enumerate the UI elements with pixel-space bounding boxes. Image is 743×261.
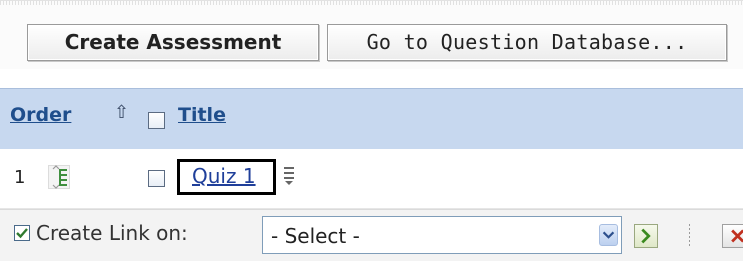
select-current-value: - Select - xyxy=(271,224,360,248)
table-row: 1 Quiz 1 xyxy=(0,149,743,209)
context-menu-icon[interactable] xyxy=(282,165,296,187)
title-column-header[interactable]: Title xyxy=(178,104,226,126)
go-arrow-icon xyxy=(641,228,651,244)
select-all-checkbox[interactable] xyxy=(148,112,165,129)
order-column-header[interactable]: Order xyxy=(10,104,71,126)
row-order-number: 1 xyxy=(14,167,26,188)
sort-ascending-icon: ⇧ xyxy=(114,102,130,123)
create-assessment-button[interactable]: Create Assessment xyxy=(27,24,319,61)
toolbar-texture xyxy=(0,1,743,5)
create-link-select[interactable]: - Select - xyxy=(262,216,622,254)
go-button[interactable] xyxy=(634,224,658,248)
delete-button[interactable] xyxy=(722,224,743,248)
quiz-title-link[interactable]: Quiz 1 xyxy=(192,164,256,188)
delete-x-icon xyxy=(731,229,743,243)
row-select-checkbox[interactable] xyxy=(148,170,165,187)
table-header: Order ⇧ Title xyxy=(0,88,743,150)
chevron-down-icon[interactable] xyxy=(599,224,618,246)
toolbar-separator xyxy=(689,224,690,248)
create-link-label: Create Link on: xyxy=(36,221,188,245)
checked-checkbox-icon xyxy=(14,225,30,241)
footer-actions: Create Link on: - Select - xyxy=(0,209,743,261)
reorder-icon[interactable] xyxy=(48,165,70,189)
go-to-question-database-button[interactable]: Go to Question Database... xyxy=(327,24,727,61)
